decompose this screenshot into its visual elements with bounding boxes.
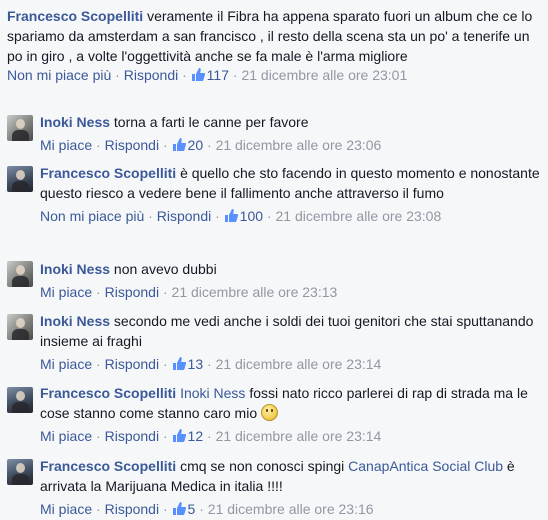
like-count-value: 117 [206,67,229,83]
separator: · [148,208,153,224]
separator: · [115,67,120,83]
separator: · [266,208,272,224]
separator: · [199,501,204,517]
separator: · [96,356,101,372]
reply-link[interactable]: Rispondi [105,356,159,372]
top-comment: Francesco Scopelliti veramente il Fibra … [7,6,542,84]
timestamp[interactable]: 21 dicembre alle ore 23:08 [275,208,441,224]
thumbs-up-icon [224,208,238,223]
avatar[interactable] [7,115,33,141]
timestamp[interactable]: 21 dicembre alle ore 23:06 [216,137,382,153]
comment-content: Francesco Scopelliti è quello che sto fa… [40,163,540,203]
separator: · [215,208,220,224]
comment-actions: Non mi piace più · Rispondi · 117 · 21 d… [7,66,542,84]
timestamp[interactable]: 21 dicembre alle ore 23:13 [172,284,338,300]
unlike-link[interactable]: Non mi piace più [40,208,144,224]
reply-link[interactable]: Rispondi [105,428,159,444]
separator: · [162,428,168,444]
unlike-link[interactable]: Non mi piace più [7,67,111,83]
like-count[interactable]: 20 [172,137,204,153]
thumbs-up-icon [172,137,186,152]
separator: · [96,137,101,153]
comment-author[interactable]: Inoki Ness [40,114,110,130]
like-link[interactable]: Mi piace [40,137,92,153]
comment-text: secondo me vedi anche i soldi dei tuoi g… [40,313,534,349]
like-link[interactable]: Mi piace [40,428,92,444]
smiley-emoji [261,404,279,421]
comment-thread: Francesco Scopelliti veramente il Fibra … [0,0,548,520]
reply-link[interactable]: Rispondi [124,67,178,83]
comment-author[interactable]: Francesco Scopelliti [40,165,176,181]
separator: · [96,284,101,300]
like-count-value: 12 [187,428,204,444]
comment-author[interactable]: Francesco Scopelliti [40,458,176,474]
like-count-value: 100 [239,208,264,224]
like-count[interactable]: 5 [172,501,196,517]
timestamp[interactable]: 21 dicembre alle ore 23:16 [208,501,374,517]
like-link[interactable]: Mi piace [40,501,92,517]
separator: · [162,501,168,517]
comment-actions: Non mi piace più · Rispondi · 100 · 21 d… [40,207,540,225]
avatar[interactable] [7,459,33,485]
separator: · [207,356,212,372]
like-count-value: 13 [187,356,204,372]
like-count[interactable]: 117 [191,67,229,83]
comment-content: Francesco Scopelliti Inoki Ness fossi na… [40,383,540,423]
thumbs-up-icon [172,428,186,443]
separator: · [162,356,168,372]
separator: · [96,428,101,444]
comment-text: torna a farti le canne per favore [113,114,309,130]
separator: · [162,137,168,153]
comment-content: Inoki Ness secondo me vedi anche i soldi… [40,311,540,351]
reply-link[interactable]: Rispondi [105,501,159,517]
avatar[interactable] [7,261,33,287]
comment-content: Inoki Ness torna a farti le canne per fa… [40,112,540,132]
avatar[interactable] [7,166,33,192]
mention-link[interactable]: Inoki Ness [180,385,245,401]
separator: · [232,67,238,83]
comment-actions: Mi piace · Rispondi · 12 · 21 dicembre a… [40,427,540,445]
comment-actions: Mi piace · Rispondi · 20 · 21 dicembre a… [40,136,540,154]
separator: · [207,428,212,444]
like-count-value: 5 [187,501,196,517]
avatar[interactable] [7,387,33,413]
like-count-value: 20 [187,137,204,153]
reply-link[interactable]: Rispondi [157,208,211,224]
separator: · [96,501,101,517]
like-link[interactable]: Mi piace [40,356,92,372]
reply-link[interactable]: Rispondi [105,284,159,300]
like-count[interactable]: 100 [224,208,263,224]
separator: · [162,284,168,300]
comment-actions: Mi piace · Rispondi · 5 · 21 dicembre al… [40,500,540,518]
comment-actions: Mi piace · Rispondi · 13 · 21 dicembre a… [40,355,540,373]
avatar[interactable] [7,314,33,340]
comment-author[interactable]: Inoki Ness [40,313,110,329]
comment-text: cmq se non conosci spingi [180,458,345,474]
like-count[interactable]: 12 [172,428,204,444]
page-link[interactable]: CanapAntica Social Club [348,458,503,474]
comment-content: Francesco Scopelliti veramente il Fibra … [7,6,542,66]
comment-author[interactable]: Inoki Ness [40,261,110,277]
timestamp[interactable]: 21 dicembre alle ore 23:01 [241,67,407,83]
comment-content: Inoki Ness non avevo dubbi [40,259,540,279]
like-count[interactable]: 13 [172,356,204,372]
comment-actions: Mi piace · Rispondi · 21 dicembre alle o… [40,283,540,301]
thumbs-up-icon [191,67,205,82]
thumbs-up-icon [172,356,186,371]
timestamp[interactable]: 21 dicembre alle ore 23:14 [216,428,382,444]
timestamp[interactable]: 21 dicembre alle ore 23:14 [216,356,382,372]
comment-author[interactable]: Francesco Scopelliti [40,385,176,401]
thumbs-up-icon [172,501,186,516]
like-link[interactable]: Mi piace [40,284,92,300]
separator: · [207,137,212,153]
comment-author[interactable]: Francesco Scopelliti [7,8,143,24]
comment-text: non avevo dubbi [113,261,217,277]
comment-content: Francesco Scopelliti cmq se non conosci … [40,456,540,496]
separator: · [182,67,187,83]
reply-link[interactable]: Rispondi [105,137,159,153]
